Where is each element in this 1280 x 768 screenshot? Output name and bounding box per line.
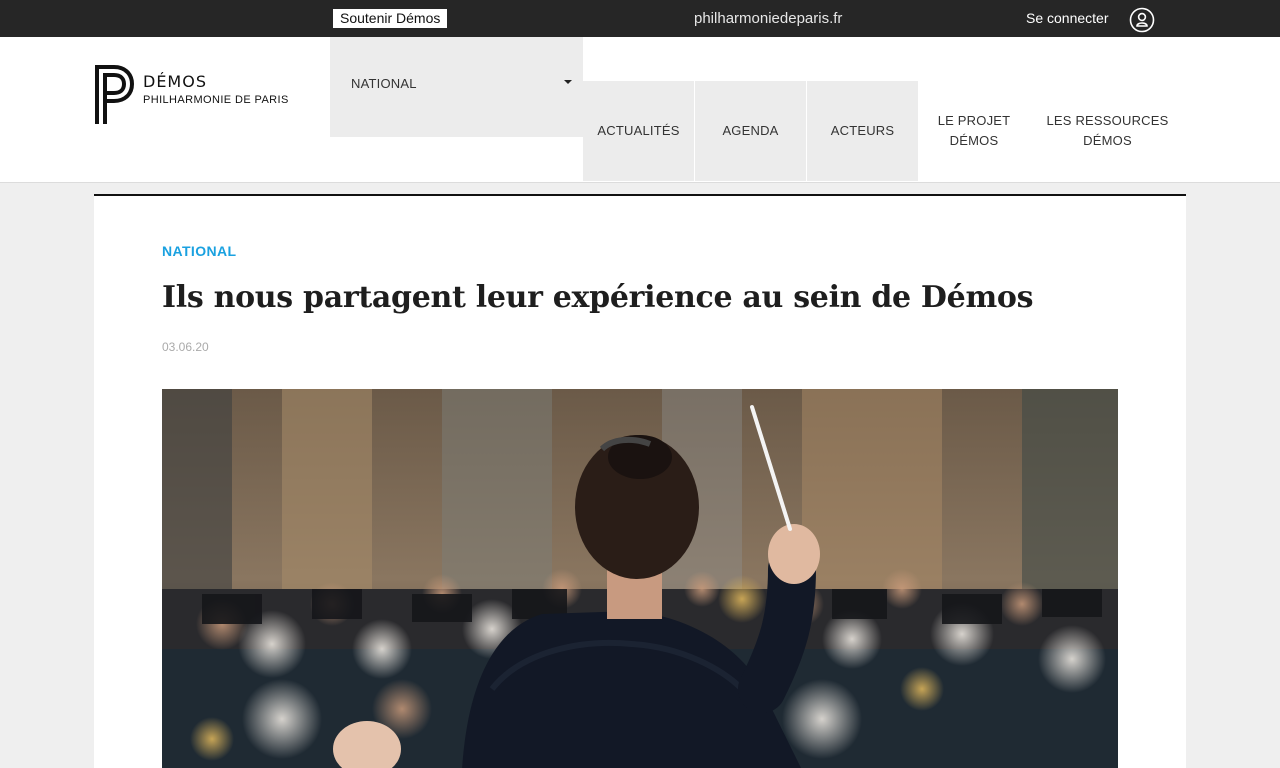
nav-item-actualites[interactable]: ACTUALITÉS — [583, 81, 694, 181]
logo-subtitle: PHILHARMONIE DE PARIS — [143, 94, 289, 106]
logo-brand: DÉMOS — [143, 72, 207, 91]
login-link[interactable]: Se connecter — [1026, 8, 1109, 28]
nav-item-label: LES RESSOURCES DÉMOS — [1046, 111, 1168, 151]
user-icon[interactable] — [1129, 7, 1155, 33]
hero-image-conductor-orchestra — [162, 389, 1118, 768]
nav-item-label-line2: DÉMOS — [1083, 133, 1132, 148]
nav-item-label: ACTUALITÉS — [597, 123, 680, 138]
region-selector-label: NATIONAL — [351, 76, 417, 91]
logo-wordmark[interactable]: DÉMOS PHILHARMONIE DE PARIS — [143, 71, 289, 107]
article-title: Ils nous partagent leur expérience au se… — [162, 280, 1034, 315]
nav-item-label: AGENDA — [722, 123, 779, 138]
nav-item-label-line1: LE PROJET — [937, 113, 1011, 128]
top-bar: Soutenir Démos philharmoniedeparis.fr Se… — [0, 0, 1280, 37]
nav-item-acteurs[interactable]: ACTEURS — [807, 81, 918, 181]
region-selector[interactable]: NATIONAL — [330, 37, 583, 137]
nav-item-ressources-demos[interactable]: LES RESSOURCES DÉMOS — [1030, 81, 1185, 181]
demos-logo-icon[interactable] — [94, 64, 134, 126]
support-demos-button[interactable]: Soutenir Démos — [333, 9, 448, 28]
philharmonie-site-link[interactable]: philharmoniedeparis.fr — [694, 9, 842, 28]
article-date: 03.06.20 — [162, 340, 209, 354]
nav-item-label-line1: LES RESSOURCES — [1046, 113, 1169, 128]
nav-item-projet-demos[interactable]: LE PROJET DÉMOS — [918, 81, 1030, 181]
nav-item-label-line2: DÉMOS — [949, 133, 999, 148]
nav-item-label: ACTEURS — [830, 123, 895, 138]
nav-item-agenda[interactable]: AGENDA — [695, 81, 806, 181]
article-category-link[interactable]: NATIONAL — [162, 243, 237, 259]
nav-item-label: LE PROJET DÉMOS — [938, 111, 1011, 151]
chevron-down-icon — [564, 80, 572, 84]
article-card: NATIONAL Ils nous partagent leur expérie… — [94, 194, 1186, 768]
